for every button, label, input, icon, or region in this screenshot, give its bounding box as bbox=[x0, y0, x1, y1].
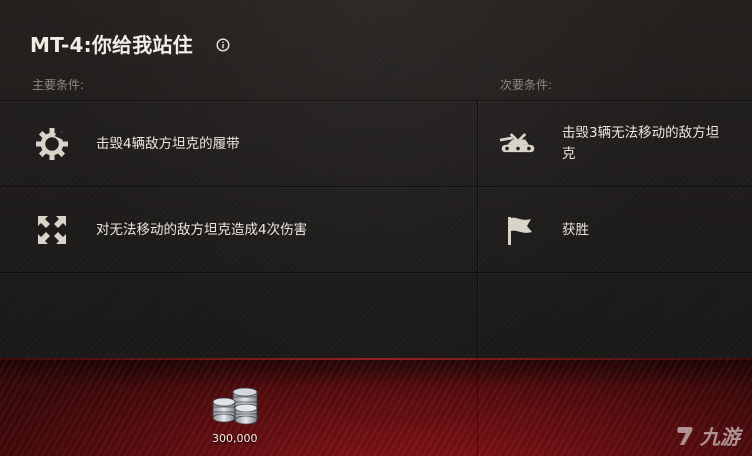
secondary-condition-row: 获胜 bbox=[478, 188, 752, 272]
immobilize-arrows-icon bbox=[32, 210, 72, 250]
divider bbox=[0, 186, 752, 187]
mission-title: MT-4:你给我站住 bbox=[30, 33, 193, 57]
secondary-conditions-header: 次要条件: bbox=[500, 78, 553, 92]
watermark: 九游 bbox=[672, 421, 740, 450]
condition-text: 击毁3辆无法移动的敌方坦克 bbox=[562, 125, 720, 162]
tank-destroyed-icon bbox=[498, 124, 538, 164]
mission-panel: MT-4:你给我站住 主要条件: 次要条件: 击毁4辆敌方坦克的履带 对无法移动… bbox=[0, 0, 752, 456]
column-divider bbox=[477, 358, 478, 456]
reward-band bbox=[0, 358, 752, 456]
watermark-text: 九游 bbox=[700, 425, 740, 449]
divider bbox=[0, 272, 752, 273]
jiuyou-logo-icon bbox=[672, 423, 698, 449]
primary-condition-row: 击毁4辆敌方坦克的履带 bbox=[0, 102, 476, 186]
reward-value: 300,000 bbox=[212, 432, 258, 445]
secondary-condition-row: 击毁3辆无法移动的敌方坦克 bbox=[478, 102, 752, 186]
gear-track-icon bbox=[32, 124, 72, 164]
silver-coins-icon bbox=[209, 380, 265, 428]
victory-flag-icon bbox=[498, 210, 538, 250]
primary-conditions-header: 主要条件: bbox=[32, 78, 85, 92]
condition-text: 击毁4辆敌方坦克的履带 bbox=[96, 135, 240, 152]
divider bbox=[0, 100, 752, 101]
condition-text: 获胜 bbox=[562, 221, 589, 238]
primary-condition-row: 对无法移动的敌方坦克造成4次伤害 bbox=[0, 188, 476, 272]
condition-text: 对无法移动的敌方坦克造成4次伤害 bbox=[96, 221, 308, 238]
info-circle-icon[interactable] bbox=[216, 37, 230, 52]
